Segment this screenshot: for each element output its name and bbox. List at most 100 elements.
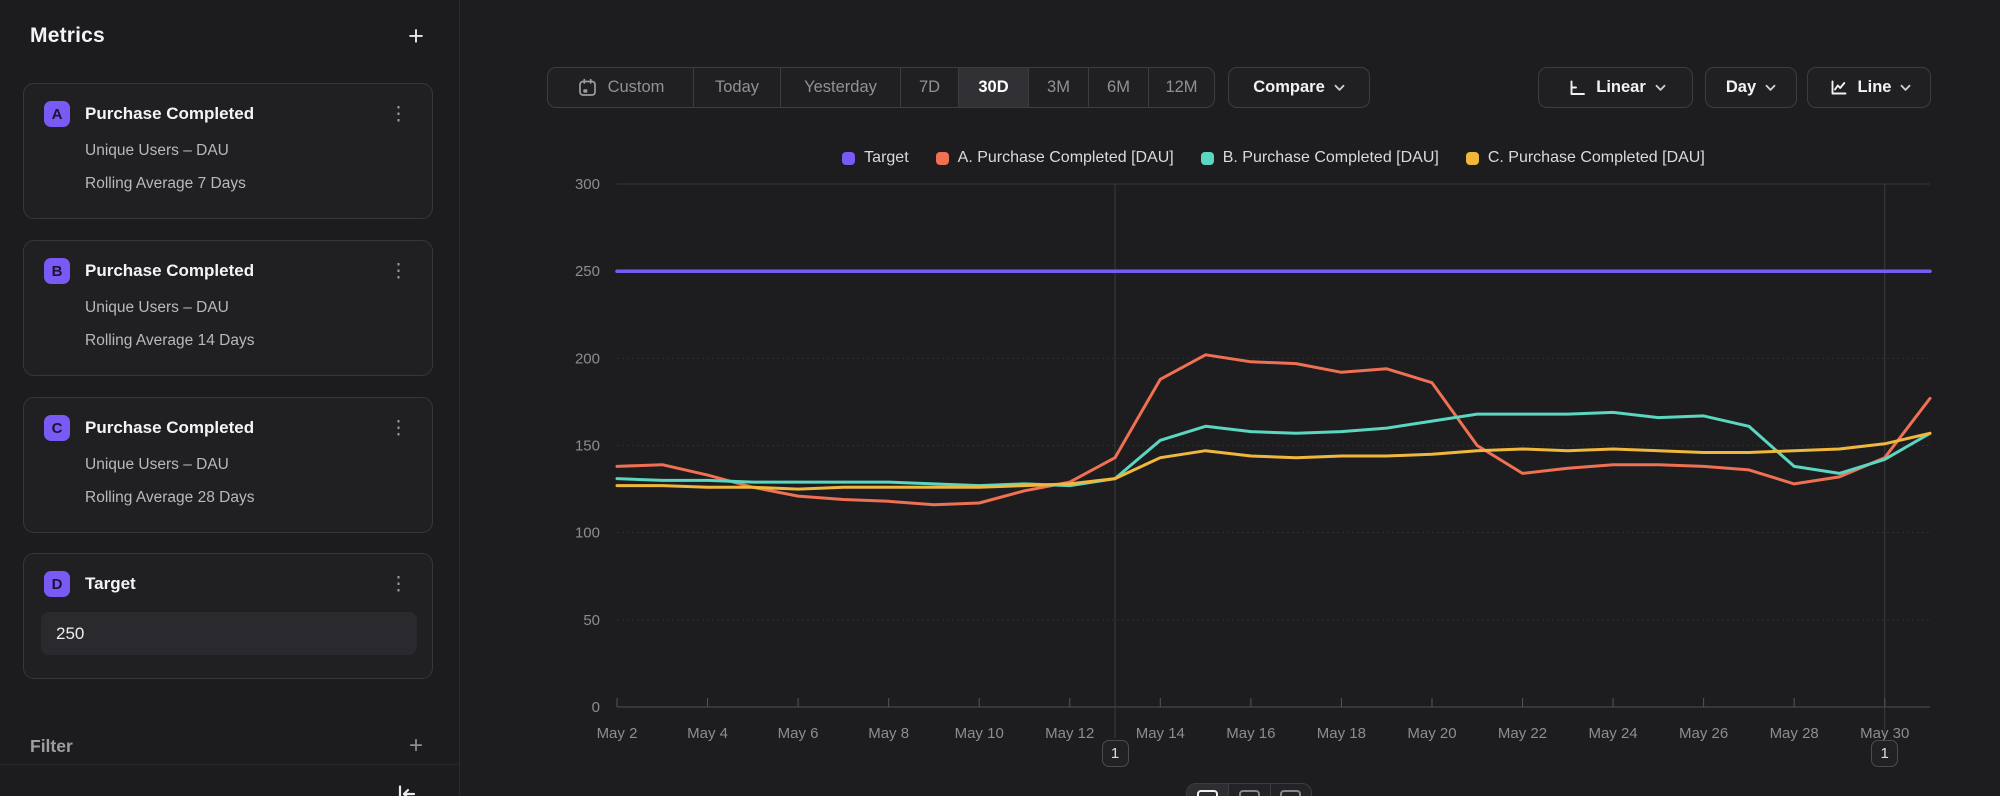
metric-title: Purchase Completed — [85, 261, 370, 281]
y-axis-label: 100 — [575, 525, 600, 542]
target-value-input[interactable] — [41, 612, 417, 655]
legend-label: B. Purchase Completed [DAU] — [1223, 149, 1439, 167]
line-chart: 050100150200250300May 2May 4May 6May 8Ma… — [560, 170, 2000, 796]
metric-detail: Rolling Average 28 Days — [85, 489, 412, 507]
add-filter-button[interactable]: + — [401, 731, 431, 761]
x-axis-label: May 8 — [868, 725, 909, 742]
range-30d[interactable]: 30D — [958, 68, 1028, 107]
chart-type-selector-button[interactable]: Line — [1807, 67, 1931, 108]
filter-section: Filter + — [30, 731, 431, 761]
metrics-sidebar: Metrics + A Purchase Completed ⋮ Unique … — [0, 0, 460, 796]
kebab-menu-icon[interactable]: ⋮ — [385, 103, 412, 126]
chevron-down-icon — [1765, 84, 1776, 92]
add-metric-button[interactable]: + — [401, 21, 431, 51]
table-view-icon — [1239, 790, 1260, 796]
metric-badge-c: C — [44, 415, 70, 441]
range-label: 30D — [978, 78, 1008, 97]
x-axis-label: May 2 — [597, 725, 638, 742]
x-axis-label: May 16 — [1226, 725, 1275, 742]
view-table-button[interactable] — [1228, 784, 1269, 796]
chevron-down-icon — [1900, 84, 1911, 92]
x-axis-label: May 10 — [955, 725, 1004, 742]
legend-item-c[interactable]: C. Purchase Completed [DAU] — [1466, 149, 1705, 167]
metric-card-target[interactable]: D Target ⋮ — [23, 553, 433, 679]
x-axis-label: May 22 — [1498, 725, 1547, 742]
range-today[interactable]: Today — [693, 68, 780, 107]
y-axis-label: 300 — [575, 176, 600, 193]
y-axis-label: 150 — [575, 438, 600, 455]
scale-selector-button[interactable]: Linear — [1538, 67, 1693, 108]
compare-button[interactable]: Compare — [1228, 67, 1370, 108]
metric-card-b[interactable]: B Purchase Completed ⋮ Unique Users – DA… — [23, 240, 433, 376]
chevron-down-icon — [1334, 84, 1345, 92]
sidebar-divider — [0, 764, 460, 765]
range-label: Yesterday — [804, 78, 877, 97]
range-label: 3M — [1047, 78, 1070, 97]
kebab-menu-icon[interactable]: ⋮ — [385, 573, 412, 596]
compare-label: Compare — [1253, 78, 1325, 97]
legend-swatch — [1466, 152, 1479, 165]
metric-subtitle: Unique Users – DAU — [85, 299, 412, 317]
metric-title: Purchase Completed — [85, 104, 370, 124]
chevron-down-icon — [1655, 84, 1666, 92]
collapse-icon — [393, 781, 419, 796]
y-axis-label: 200 — [575, 350, 600, 367]
metric-detail: Rolling Average 14 Days — [85, 332, 412, 350]
filter-label: Filter — [30, 736, 73, 757]
range-label: 6M — [1107, 78, 1130, 97]
metric-card-c[interactable]: C Purchase Completed ⋮ Unique Users – DA… — [23, 397, 433, 533]
x-axis-label: May 14 — [1136, 725, 1185, 742]
range-custom[interactable]: Custom — [548, 68, 693, 107]
legend-item-a[interactable]: A. Purchase Completed [DAU] — [936, 149, 1174, 167]
time-range-selector: Custom Today Yesterday 7D 30D 3M 6M 12M — [547, 67, 1215, 108]
x-axis-label: May 4 — [687, 725, 728, 742]
range-6m[interactable]: 6M — [1088, 68, 1148, 107]
metric-badge-d: D — [44, 571, 70, 597]
range-yesterday[interactable]: Yesterday — [780, 68, 900, 107]
legend-item-target[interactable]: Target — [842, 149, 908, 167]
x-axis-label: May 26 — [1679, 725, 1728, 742]
axis-scale-icon — [1565, 77, 1587, 99]
granularity-selector-button[interactable]: Day — [1705, 67, 1797, 108]
range-7d[interactable]: 7D — [900, 68, 958, 107]
chart-legend: Target A. Purchase Completed [DAU] B. Purc… — [617, 147, 1930, 169]
legend-swatch — [936, 152, 949, 165]
line-chart-icon — [1827, 77, 1849, 99]
legend-label: C. Purchase Completed [DAU] — [1488, 149, 1705, 167]
metric-badge-a: A — [44, 101, 70, 127]
legend-swatch — [842, 152, 855, 165]
x-axis-label: May 24 — [1588, 725, 1637, 742]
legend-label: A. Purchase Completed [DAU] — [958, 149, 1174, 167]
y-axis-label: 50 — [583, 612, 600, 629]
annotation-badge[interactable]: 1 — [1871, 740, 1898, 767]
x-axis-label: May 20 — [1407, 725, 1456, 742]
range-label: Custom — [608, 78, 665, 97]
chart-view-icon — [1197, 790, 1218, 796]
y-axis-label: 0 — [592, 699, 600, 716]
metric-title: Purchase Completed — [85, 418, 370, 438]
kebab-menu-icon[interactable]: ⋮ — [385, 417, 412, 440]
chart-type-label: Line — [1858, 78, 1892, 97]
legend-label: Target — [864, 149, 908, 167]
annotation-badge[interactable]: 1 — [1102, 740, 1129, 767]
granularity-label: Day — [1726, 78, 1756, 97]
range-label: 7D — [919, 78, 940, 97]
metric-subtitle: Unique Users – DAU — [85, 142, 412, 160]
range-12m[interactable]: 12M — [1148, 68, 1214, 107]
metric-detail: Rolling Average 7 Days — [85, 175, 412, 193]
legend-item-b[interactable]: B. Purchase Completed [DAU] — [1201, 149, 1439, 167]
metric-card-a[interactable]: A Purchase Completed ⋮ Unique Users – DA… — [23, 83, 433, 219]
series-line-b — [617, 412, 1930, 485]
metric-badge-b: B — [44, 258, 70, 284]
kebab-menu-icon[interactable]: ⋮ — [385, 260, 412, 283]
collapse-sidebar-button[interactable] — [393, 781, 419, 796]
legend-swatch — [1201, 152, 1214, 165]
view-toggle — [1186, 783, 1312, 796]
range-3m[interactable]: 3M — [1028, 68, 1088, 107]
x-axis-label: May 28 — [1770, 725, 1819, 742]
scale-label: Linear — [1596, 78, 1646, 97]
sidebar-header: Metrics + — [30, 20, 431, 52]
y-axis-label: 250 — [575, 263, 600, 280]
view-card-button[interactable] — [1270, 784, 1311, 796]
view-chart-button[interactable] — [1187, 784, 1228, 796]
